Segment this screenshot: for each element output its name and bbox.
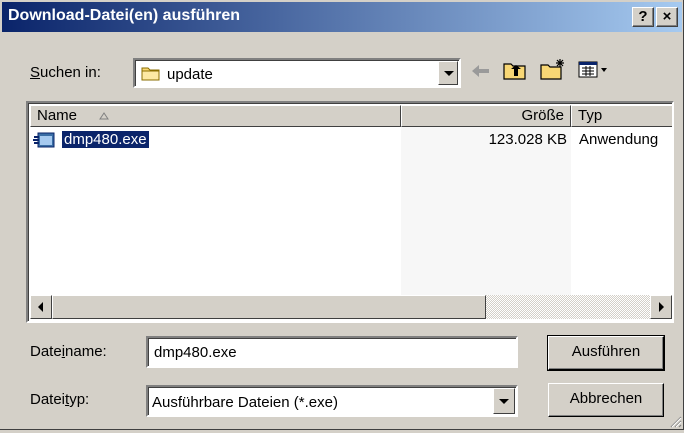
view-menu-icon[interactable] bbox=[578, 60, 610, 84]
application-icon bbox=[32, 131, 58, 156]
title-bar[interactable]: Download-Datei(en) ausführen ? × bbox=[2, 2, 682, 32]
look-in-label: Suchen in: bbox=[30, 64, 101, 81]
filetype-dropdown-button[interactable] bbox=[493, 388, 515, 414]
new-folder-icon[interactable] bbox=[540, 58, 566, 84]
arrow-right-icon bbox=[659, 302, 664, 312]
chevron-down-icon bbox=[444, 71, 454, 76]
filename-value: dmp480.exe bbox=[154, 344, 237, 361]
filetype-label: Dateityp: bbox=[30, 391, 90, 408]
list-item[interactable]: dmp480.exe 123.028 KB Anwendung bbox=[30, 127, 672, 151]
download-dialog: Download-Datei(en) ausführen ? × Suchen … bbox=[0, 0, 684, 430]
look-in-label-rest: uchen in: bbox=[40, 64, 101, 81]
file-name: dmp480.exe bbox=[61, 130, 150, 149]
close-button[interactable]: × bbox=[656, 7, 678, 27]
folder-icon bbox=[141, 65, 161, 81]
filename-label: Dateiname: bbox=[30, 343, 107, 360]
column-header-type[interactable]: Typ bbox=[571, 105, 672, 127]
run-button[interactable]: Ausführen bbox=[547, 335, 665, 371]
look-in-value: update bbox=[167, 66, 213, 83]
window-title: Download-Datei(en) ausführen bbox=[8, 7, 241, 24]
size-column-shade bbox=[401, 127, 571, 295]
column-header-type-label: Typ bbox=[578, 107, 603, 124]
filetype-combo[interactable]: Ausführbare Dateien (*.exe) bbox=[146, 385, 518, 417]
filetype-value: Ausführbare Dateien (*.exe) bbox=[152, 394, 338, 411]
up-folder-icon[interactable] bbox=[503, 60, 527, 84]
column-header-size-label: Größe bbox=[521, 107, 564, 124]
file-type: Anwendung bbox=[579, 131, 659, 148]
scroll-left-button[interactable] bbox=[30, 295, 52, 319]
column-header-size[interactable]: Größe bbox=[401, 105, 571, 127]
file-size: 123.028 KB bbox=[488, 131, 567, 148]
column-header-name-label: Name bbox=[37, 107, 78, 124]
back-arrow-icon[interactable] bbox=[470, 62, 492, 84]
scrollbar-thumb[interactable] bbox=[52, 295, 486, 319]
file-list[interactable]: Name Größe Typ dmp480.exe 123.028 KB Anw… bbox=[26, 101, 674, 323]
resize-grip-icon[interactable] bbox=[668, 414, 682, 433]
chevron-down-icon bbox=[499, 399, 509, 404]
cancel-button[interactable]: Abbrechen bbox=[548, 383, 664, 417]
scroll-right-button[interactable] bbox=[650, 295, 672, 319]
filename-input[interactable]: dmp480.exe bbox=[146, 336, 518, 368]
column-header-name[interactable]: Name bbox=[30, 105, 401, 127]
help-button[interactable]: ? bbox=[632, 7, 654, 27]
scrollbar-track[interactable] bbox=[486, 295, 650, 319]
arrow-left-icon bbox=[38, 302, 43, 312]
look-in-dropdown-button[interactable] bbox=[438, 61, 458, 85]
look-in-combo[interactable]: update bbox=[133, 58, 461, 88]
horizontal-scrollbar[interactable] bbox=[30, 295, 672, 319]
